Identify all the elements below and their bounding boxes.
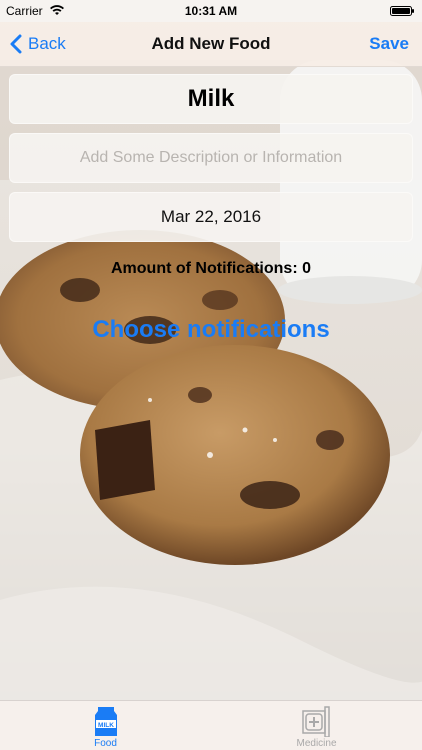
- tab-food[interactable]: MILK Food: [0, 701, 211, 750]
- description-field[interactable]: Add Some Description or Information: [9, 133, 413, 183]
- save-button[interactable]: Save: [369, 34, 409, 54]
- milk-carton-icon: MILK: [94, 707, 117, 736]
- tab-medicine-label: Medicine: [296, 738, 337, 749]
- notification-count-label: Amount of Notifications: 0: [111, 260, 311, 277]
- tab-bar: MILK Food Medicine: [0, 700, 422, 750]
- navigation-bar: Back Add New Food Save: [0, 22, 422, 67]
- screen: Carrier 10:31 AM Back Add New Food Save …: [0, 0, 422, 750]
- choose-notifications-button[interactable]: Choose notifications: [0, 316, 422, 344]
- battery-icon: [390, 6, 414, 16]
- food-name-field[interactable]: Milk: [9, 74, 413, 124]
- page-title: Add New Food: [151, 34, 271, 53]
- milk-carton-icon-text: MILK: [98, 722, 114, 729]
- medicine-box-icon: [301, 706, 330, 737]
- tab-medicine[interactable]: Medicine: [211, 701, 422, 750]
- status-bar: Carrier 10:31 AM: [0, 0, 422, 22]
- tab-food-label: Food: [94, 738, 117, 749]
- status-time: 10:31 AM: [184, 4, 238, 18]
- date-field[interactable]: Mar 22, 2016: [9, 192, 413, 242]
